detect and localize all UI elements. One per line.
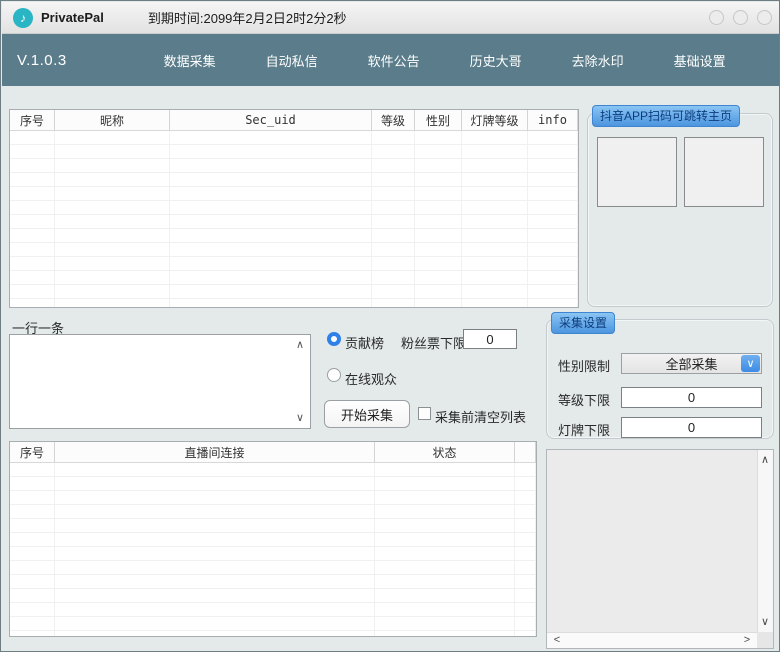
tab-announcement[interactable]: 软件公告 [343, 51, 445, 70]
room-links-textarea[interactable]: ∧ ∨ [9, 334, 311, 429]
lamp-min-input[interactable]: 0 [621, 417, 762, 438]
scroll-down-icon[interactable]: ∨ [758, 615, 772, 629]
col-room-status[interactable]: 状态 [375, 442, 515, 462]
app-title: PrivatePal [41, 10, 104, 25]
rooms-table-header: 序号 直播间连接 状态 [10, 442, 536, 463]
col-gender[interactable]: 性别 [415, 110, 462, 130]
scroll-up-icon[interactable]: ∧ [758, 453, 772, 467]
app-window: ♪ PrivatePal 到期时间:2099年2月2日2时2分2秒 V.1.0.… [0, 0, 780, 652]
col-index[interactable]: 序号 [10, 110, 55, 130]
users-table-header: 序号 昵称 Sec_uid 等级 性别 灯牌等级 info [10, 110, 578, 131]
qr-panel [587, 113, 773, 307]
tab-settings[interactable]: 基础设置 [649, 51, 751, 70]
collect-settings-title-badge: 采集设置 [551, 312, 615, 334]
gender-limit-select[interactable]: 全部采集 ∨ [621, 353, 762, 374]
fan-ticket-label: 粉丝票下限 [401, 333, 466, 352]
col-room-index[interactable]: 序号 [10, 442, 55, 462]
clear-before-collect-label[interactable]: 采集前清空列表 [435, 407, 526, 426]
contribution-radio-label[interactable]: 贡献榜 [345, 333, 384, 352]
rooms-table-body [10, 463, 536, 636]
online-viewers-radio-label[interactable]: 在线观众 [345, 369, 397, 388]
lamp-min-label: 灯牌下限 [558, 420, 610, 439]
tab-auto-message[interactable]: 自动私信 [241, 51, 343, 70]
col-secuid[interactable]: Sec_uid [170, 110, 372, 130]
col-level[interactable]: 等级 [372, 110, 415, 130]
users-table[interactable]: 序号 昵称 Sec_uid 等级 性别 灯牌等级 info [9, 109, 579, 308]
nav-tabs: 数据采集 自动私信 软件公告 历史大哥 去除水印 基础设置 [139, 51, 751, 70]
gender-limit-label: 性别限制 [558, 356, 610, 375]
tab-watermark[interactable]: 去除水印 [547, 51, 649, 70]
col-lamp-level[interactable]: 灯牌等级 [462, 110, 528, 130]
start-collect-button[interactable]: 开始采集 [324, 400, 410, 428]
online-viewers-radio[interactable] [327, 368, 341, 382]
scroll-right-icon[interactable]: > [740, 633, 754, 647]
maximize-button[interactable] [733, 10, 748, 25]
qr-code-box-2[interactable] [684, 137, 764, 207]
qr-code-box-1[interactable] [597, 137, 677, 207]
rooms-table[interactable]: 序号 直播间连接 状态 [9, 441, 537, 637]
scroll-up-icon[interactable]: ∧ [293, 339, 307, 351]
tab-data-collect[interactable]: 数据采集 [139, 51, 241, 70]
gender-limit-value: 全部采集 [665, 354, 717, 373]
chevron-down-icon[interactable]: ∨ [741, 355, 760, 372]
col-nickname[interactable]: 昵称 [55, 110, 170, 130]
log-listbox[interactable]: ∧ ∨ < > [546, 449, 774, 649]
qr-panel-title-badge: 抖音APP扫码可跳转主页 [592, 105, 740, 127]
fan-ticket-input[interactable]: 0 [463, 329, 517, 349]
scroll-down-icon[interactable]: ∨ [293, 412, 307, 424]
clear-before-collect-checkbox[interactable] [418, 407, 431, 420]
col-info[interactable]: info [528, 110, 578, 130]
minimize-button[interactable] [709, 10, 724, 25]
scroll-left-icon[interactable]: < [550, 633, 564, 647]
level-min-input[interactable]: 0 [621, 387, 762, 408]
close-button[interactable] [757, 10, 772, 25]
vertical-scrollbar[interactable]: ∧ ∨ [757, 450, 773, 632]
expiry-time-text: 到期时间:2099年2月2日2时2分2秒 [148, 8, 347, 27]
contribution-radio[interactable] [327, 332, 341, 346]
music-note-icon: ♪ [13, 8, 33, 28]
horizontal-scrollbar[interactable]: < > [547, 632, 757, 648]
scrollbar-corner [757, 632, 773, 648]
title-bar: ♪ PrivatePal 到期时间:2099年2月2日2时2分2秒 [2, 2, 780, 34]
collect-settings-panel: 性别限制 全部采集 ∨ 等级下限 0 灯牌下限 0 [546, 319, 774, 439]
users-table-body [10, 131, 578, 307]
version-label: V.1.0.3 [17, 52, 67, 69]
tab-history[interactable]: 历史大哥 [445, 51, 547, 70]
window-controls [709, 10, 772, 25]
col-room-link[interactable]: 直播间连接 [55, 442, 375, 462]
level-min-label: 等级下限 [558, 390, 610, 409]
nav-bar: V.1.0.3 数据采集 自动私信 软件公告 历史大哥 去除水印 基础设置 [2, 34, 780, 86]
